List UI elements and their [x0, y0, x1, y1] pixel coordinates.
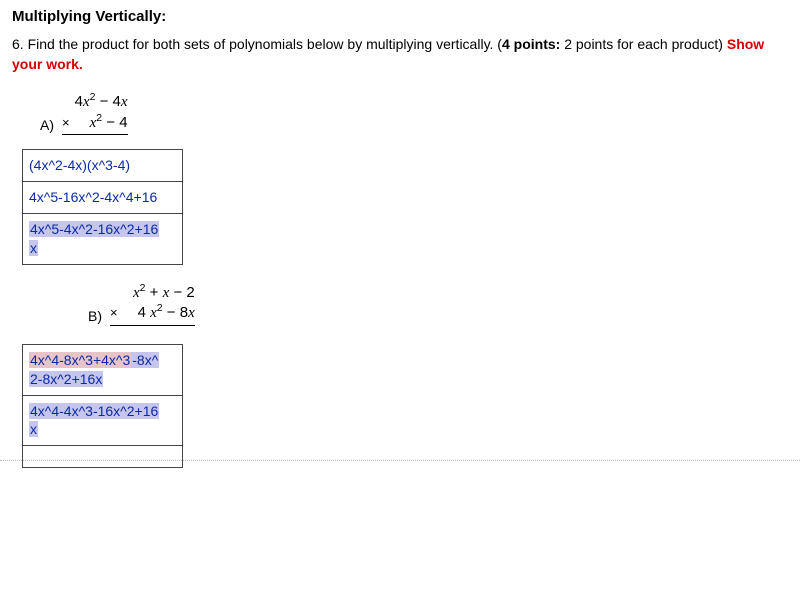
- question-prefix: 6. Find the product for both sets of pol…: [12, 36, 502, 52]
- math-expression-b: B) x2 + x − 2 × 4 x2 − 8x: [88, 283, 788, 326]
- math-expression-a: A) 4x2 − 4x × x2 − 4: [40, 92, 788, 135]
- label-b: B): [88, 308, 102, 324]
- times-icon: ×: [62, 115, 70, 132]
- problem-a: A) 4x2 − 4x × x2 − 4 (4x^2-4x)(x^3-4) 4x…: [12, 92, 788, 265]
- times-icon: ×: [110, 305, 118, 322]
- answer-cell[interactable]: (4x^2-4x)(x^3-4): [23, 150, 183, 182]
- multiplier-b: × 4 x2 − 8x: [110, 303, 195, 326]
- answer-cell[interactable]: 4x^5-16x^2-4x^4+16: [23, 182, 183, 214]
- section-heading: Multiplying Vertically:: [12, 8, 788, 25]
- multiplicand-b: x2 + x − 2: [110, 283, 195, 304]
- problem-b: B) x2 + x − 2 × 4 x2 − 8x 4x^4-8x^3+4x^3…: [12, 283, 788, 469]
- vertical-multiplication-b: x2 + x − 2 × 4 x2 − 8x: [110, 283, 195, 326]
- question-text: 6. Find the product for both sets of pol…: [12, 35, 788, 74]
- multiplier-a: × x2 − 4: [62, 113, 128, 136]
- answer-cell[interactable]: 4x^4-8x^3+4x^3-8x^2-8x^2+16x: [23, 344, 183, 395]
- points-bold: 4 points:: [502, 36, 560, 52]
- answer-cell[interactable]: 4x^4-4x^3-16x^2+16x: [23, 395, 183, 446]
- multiplicand-a: 4x2 − 4x: [62, 92, 128, 113]
- answer-table-b: 4x^4-8x^3+4x^3-8x^2-8x^2+16x 4x^4-4x^3-1…: [22, 344, 183, 469]
- answer-cell[interactable]: [23, 446, 183, 468]
- answer-cell[interactable]: 4x^5-4x^2-16x^2+16x: [23, 213, 183, 264]
- vertical-multiplication-a: 4x2 − 4x × x2 − 4: [62, 92, 128, 135]
- points-rest: 2 points for each product): [560, 36, 727, 52]
- answer-table-a: (4x^2-4x)(x^3-4) 4x^5-16x^2-4x^4+16 4x^5…: [22, 149, 183, 265]
- label-a: A): [40, 117, 54, 133]
- section-divider: [0, 460, 800, 461]
